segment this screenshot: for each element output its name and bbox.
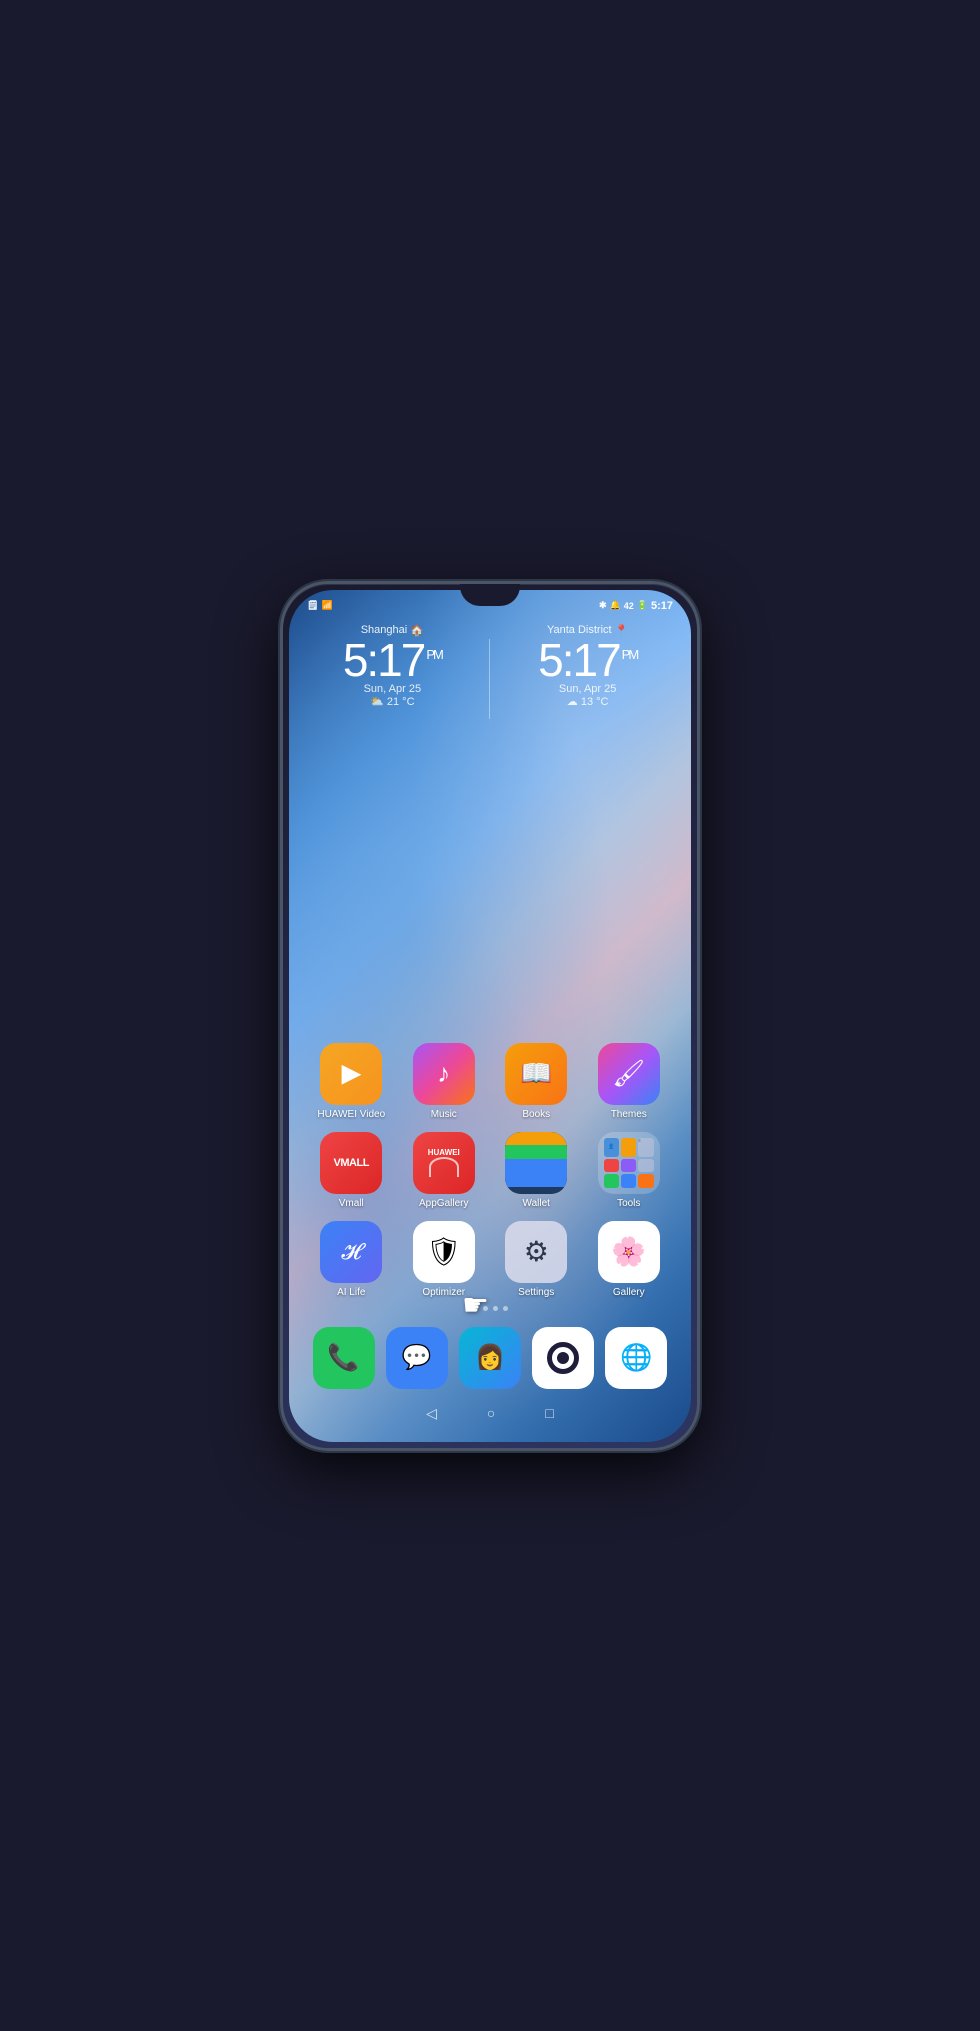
themes-label: Themes [611, 1109, 647, 1120]
vmall-icon: VMALL [320, 1132, 382, 1194]
dock-area: 📞 💬 👩 [289, 1306, 691, 1397]
clock-divider [489, 639, 490, 719]
status-right: ✱ 🔔 42 🔋 5:17 [599, 600, 673, 612]
status-time: 5:17 [651, 600, 673, 612]
nav-home[interactable]: ○ [487, 1405, 495, 1422]
ailife-label: AI Life [337, 1287, 365, 1298]
app-settings[interactable]: ⚙ Settings [494, 1221, 579, 1298]
app-gallery[interactable]: 🌸 Gallery [587, 1221, 672, 1298]
app-wallet[interactable]: Wallet [494, 1132, 579, 1209]
camera-icon [532, 1327, 594, 1389]
appgallery-icon: HUAWEI [413, 1132, 475, 1194]
volume-up-button[interactable] [698, 744, 700, 784]
bluetooth-icon: ✱ [599, 600, 607, 611]
dock-browser[interactable]: 🌐 [602, 1327, 671, 1389]
app-appgallery[interactable]: HUAWEI AppGallery [402, 1132, 487, 1209]
sim-icon: 🗒 [307, 600, 318, 611]
app-music[interactable]: ♪ Music [402, 1043, 487, 1120]
optimizer-icon: 🛡 [413, 1221, 475, 1283]
app-vmall[interactable]: VMALL Vmall [309, 1132, 394, 1209]
page-dot-4 [503, 1306, 508, 1311]
app-row-2: VMALL Vmall HUAWEI AppGallery [289, 1132, 691, 1209]
dock-messages[interactable]: 💬 [382, 1327, 451, 1389]
support-icon: 👩 [459, 1327, 521, 1389]
app-tools[interactable]: 👤 ≡ Tools [587, 1132, 672, 1209]
yanta-weather: ☁ 13 °C [538, 695, 637, 708]
app-row-1: ▶ HUAWEI Video ♪ Music 📖 [289, 1043, 691, 1120]
gallery-label: Gallery [613, 1287, 645, 1298]
huawei-video-icon: ▶ [320, 1043, 382, 1105]
dock-support[interactable]: 👩 [455, 1327, 524, 1389]
nav-recents[interactable]: □ [545, 1405, 553, 1422]
app-books[interactable]: 📖 Books [494, 1043, 579, 1120]
optimizer-label: Optimizer [422, 1287, 465, 1298]
phone-icon: 📞 [313, 1327, 375, 1389]
tools-label: Tools [617, 1198, 640, 1209]
settings-icon: ⚙ [505, 1221, 567, 1283]
home-icon: 🏠 [410, 624, 424, 637]
dock-camera[interactable] [529, 1327, 598, 1389]
volume-down-button[interactable] [698, 799, 700, 854]
tools-icon: 👤 ≡ [598, 1132, 660, 1194]
clock-section: Shanghai 🏠 5:17PM Sun, Apr 25 ⛅ 21 °C [289, 612, 691, 734]
shanghai-date: Sun, Apr 25 [343, 683, 442, 695]
books-label: Books [522, 1109, 550, 1120]
app-optimizer[interactable]: 🛡 Optimizer [402, 1221, 487, 1298]
yanta-date: Sun, Apr 25 [538, 683, 637, 695]
themes-icon: 🖌 [598, 1043, 660, 1105]
weather-icon-yanta: ☁ [567, 696, 578, 708]
ailife-icon: 𝓗 [320, 1221, 382, 1283]
status-left: 🗒 📶 [307, 600, 333, 611]
app-huawei-video[interactable]: ▶ HUAWEI Video [309, 1043, 394, 1120]
shanghai-location: Shanghai 🏠 [343, 624, 442, 637]
gallery-icon: 🌸 [598, 1221, 660, 1283]
screen: 🗒 📶 ✱ 🔔 42 🔋 5:17 Shanghai 🏠 [289, 590, 691, 1442]
nav-bar: ◁ ○ □ [289, 1397, 691, 1434]
wallet-label: Wallet [523, 1198, 550, 1209]
dock-phone[interactable]: 📞 [309, 1327, 378, 1389]
books-icon: 📖 [505, 1043, 567, 1105]
app-row-3: 𝓗 AI Life 🛡 Optimizer ⚙ [289, 1221, 691, 1298]
clock-widget-shanghai: Shanghai 🏠 5:17PM Sun, Apr 25 ⛅ 21 °C [343, 624, 442, 734]
yanta-time: 5:17PM [538, 637, 637, 683]
mute-icon: 🔔 [610, 600, 621, 611]
browser-icon: 🌐 [605, 1327, 667, 1389]
page-dots [289, 1306, 691, 1311]
battery-level: 42 [624, 601, 634, 611]
vmall-label: Vmall [339, 1198, 364, 1209]
wallet-icon [505, 1132, 567, 1194]
messages-icon: 💬 [386, 1327, 448, 1389]
appgallery-label: AppGallery [419, 1198, 468, 1209]
nav-back[interactable]: ◁ [426, 1405, 437, 1422]
music-icon: ♪ [413, 1043, 475, 1105]
pin-icon: 📍 [615, 624, 629, 637]
notch [460, 584, 520, 606]
huawei-video-label: HUAWEI Video [317, 1109, 385, 1120]
page-dot-3 [493, 1306, 498, 1311]
weather-icon-shanghai: ⛅ [370, 696, 384, 708]
app-themes[interactable]: 🖌 Themes [587, 1043, 672, 1120]
yanta-location: Yanta District 📍 [538, 624, 637, 637]
music-label: Music [431, 1109, 457, 1120]
settings-label: Settings [518, 1287, 554, 1298]
battery-icon: 🔋 [637, 600, 648, 611]
clock-widget-yanta: Yanta District 📍 5:17PM Sun, Apr 25 ☁ 13… [538, 624, 637, 734]
app-ailife[interactable]: 𝓗 AI Life [309, 1221, 394, 1298]
dock: 📞 💬 👩 [289, 1319, 691, 1397]
wifi-icon: 📶 [321, 600, 332, 611]
shanghai-weather: ⛅ 21 °C [343, 695, 442, 708]
phone-device: 🗒 📶 ✱ 🔔 42 🔋 5:17 Shanghai 🏠 [280, 581, 700, 1451]
shanghai-time: 5:17PM [343, 637, 442, 683]
